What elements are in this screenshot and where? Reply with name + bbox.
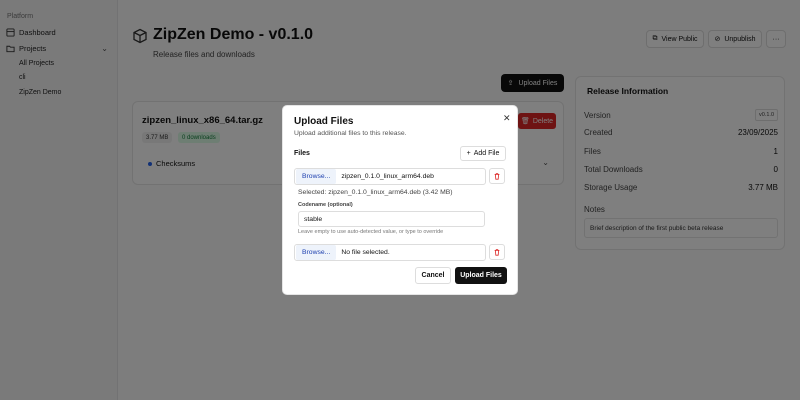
close-icon[interactable]: ✕ [503,113,511,124]
remove-file-1-button[interactable] [489,168,505,184]
trash-icon [494,173,500,180]
file-input-1[interactable]: Browse... zipzen_0.1.0_linux_arm64.deb [294,168,486,185]
plus-icon: + [466,150,471,157]
cancel-button[interactable]: Cancel [415,267,451,284]
remove-file-2-button[interactable] [489,244,505,260]
codename-help-text: Leave empty to use auto-detected value, … [298,229,444,235]
modal-description: Upload additional files to this release. [294,130,407,137]
upload-files-submit-button[interactable]: Upload Files [455,267,507,284]
upload-files-modal: Upload Files Upload additional files to … [282,105,518,295]
trash-icon [494,249,500,256]
selected-file-info: Selected: zipzen_0.1.0_linux_arm64.deb (… [298,189,453,196]
files-label: Files [294,150,310,157]
codename-label: Codename (optional) [298,202,353,208]
codename-input[interactable]: stable [298,211,485,227]
add-file-button[interactable]: + Add File [460,146,506,161]
file-input-2[interactable]: Browse... No file selected. [294,244,486,261]
file-input-value: zipzen_0.1.0_linux_arm64.deb [341,173,434,180]
file-input-value: No file selected. [341,249,390,256]
modal-title: Upload Files [294,116,354,127]
browse-button[interactable]: Browse... [296,169,337,184]
add-file-label: Add File [473,150,500,157]
browse-button[interactable]: Browse... [296,245,337,260]
